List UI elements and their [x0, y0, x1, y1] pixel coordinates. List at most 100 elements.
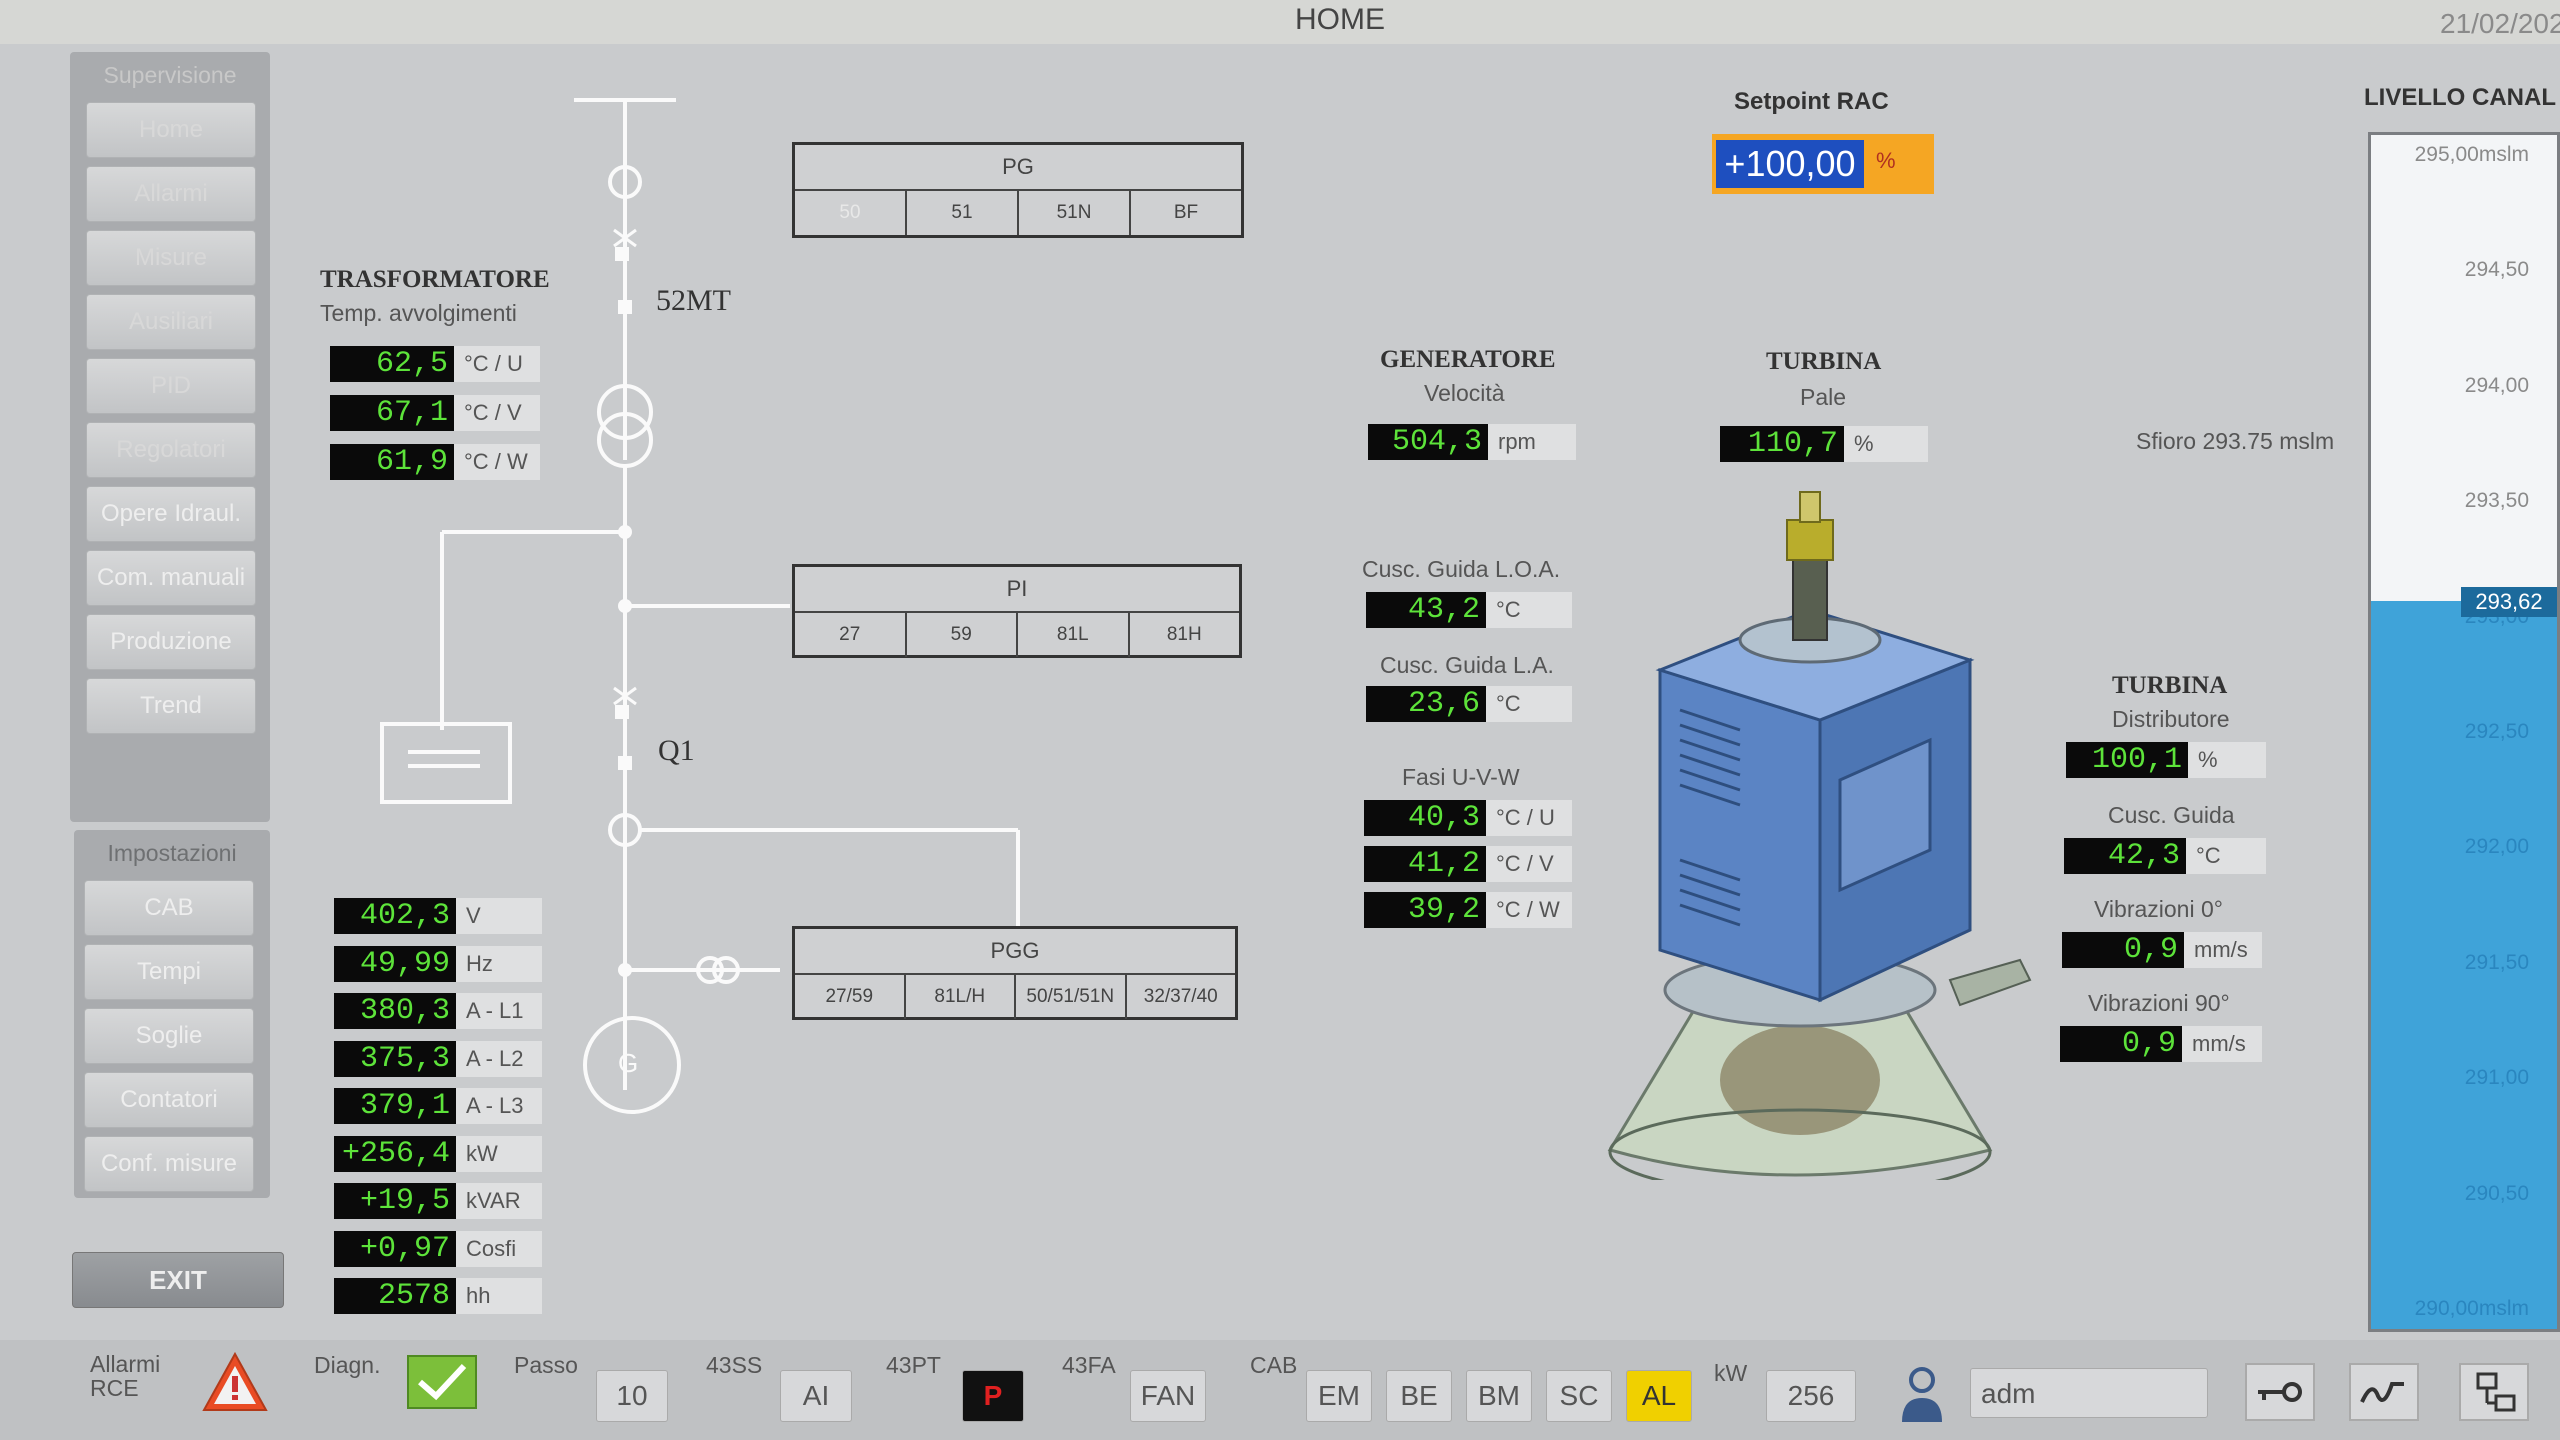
relay-pgg-81lh: 81L/H [906, 975, 1016, 1019]
electrical-value: +19,5 [334, 1183, 456, 1219]
nav-allarmi[interactable]: Allarmi [86, 166, 256, 222]
generator-turbine-illustration [1607, 491, 2032, 1180]
setpoint-box[interactable]: +100,00 % [1712, 134, 1934, 194]
level-tick-label: 293,50 [2464, 489, 2529, 513]
settings-panel: Impostazioni CAB Tempi Soglie Contatori … [74, 830, 270, 1198]
nav-trend[interactable]: Trend [86, 678, 256, 734]
nav-pid[interactable]: PID [86, 358, 256, 414]
nav-regolatori[interactable]: Regolatori [86, 422, 256, 478]
vibration-0-unit: mm/s [2184, 932, 2262, 968]
cab-label: CAB [1250, 1352, 1298, 1378]
signature-icon[interactable] [2348, 1362, 2420, 1422]
kw-label: kW [1714, 1360, 1748, 1386]
user-icon[interactable] [1896, 1364, 1948, 1426]
level-tick-label: 294,00 [2464, 373, 2529, 397]
bearing-loa-unit: °C [1486, 592, 1572, 628]
nav-produzione[interactable]: Produzione [86, 614, 256, 670]
bottom-bar: Allarmi RCE Diagn. Passo 10 43SS AI 43PT… [0, 1340, 2560, 1440]
cab-em-button[interactable]: EM [1306, 1370, 1372, 1422]
setpoint-title: Setpoint RAC [1734, 88, 1889, 115]
spillway-label: Sfioro 293.75 mslm [2136, 428, 2335, 454]
cab-al-button[interactable]: AL [1626, 1370, 1692, 1422]
kw-value: 256 [1766, 1370, 1856, 1422]
nav-tempi[interactable]: Tempi [84, 944, 254, 1000]
relay-pgg-32-37-40: 32/37/40 [1143, 986, 1218, 1007]
bearing-la-value: 23,6 [1366, 686, 1486, 722]
turbine-blades-subtitle: Pale [1800, 384, 1847, 410]
level-current-value: 293,62 [2461, 586, 2557, 617]
exit-button[interactable]: EXIT [72, 1252, 284, 1308]
turbine-dist-subtitle: Distributore [2112, 706, 2230, 732]
turbine-dist-title: TURBINA [2112, 672, 2228, 699]
relay-pi-27: 27 [795, 613, 907, 657]
nav-soglie[interactable]: Soglie [84, 1008, 254, 1064]
nav-home[interactable]: Home [86, 102, 256, 158]
relay-pi-81l: 81L [1018, 613, 1130, 657]
relay-pi: PI 27 59 81L 81H [792, 564, 1242, 658]
diagnostics-ok-icon[interactable] [406, 1354, 478, 1410]
cab-bm-button[interactable]: BM [1466, 1370, 1532, 1422]
generator-speed-value: 504,3 [1368, 424, 1488, 460]
level-tick-label: 292,00 [2464, 835, 2529, 859]
nav-opere-idraul[interactable]: Opere Idraul. [86, 486, 256, 542]
phase-w-unit: °C / W [1486, 892, 1572, 928]
relay-pi-title: PI [795, 567, 1239, 613]
nav-misure[interactable]: Misure [86, 230, 256, 286]
supervision-title: Supervisione [103, 62, 237, 88]
breaker-52mt-label: 52MT [656, 284, 731, 317]
network-icon[interactable] [2458, 1362, 2530, 1422]
phase-u-value: 40,3 [1364, 800, 1486, 836]
supervision-panel: Supervisione Home Allarmi Misure Ausilia… [70, 52, 270, 822]
level-tick-label: 291,00 [2464, 1066, 2529, 1090]
turbine-blades-title: TURBINA [1766, 348, 1882, 375]
electrical-value: +256,4 [334, 1135, 456, 1172]
step-value[interactable]: 10 [596, 1370, 668, 1422]
turbine-bearing-value: 42,3 [2064, 838, 2186, 874]
l43fa-value[interactable]: FAN [1130, 1370, 1206, 1422]
relay-pg: PG 50 51 51N BF [792, 142, 1244, 238]
nav-cab[interactable]: CAB [84, 880, 254, 936]
nav-contatori[interactable]: Contatori [84, 1072, 254, 1128]
relay-pi-59: 59 [907, 613, 1018, 657]
level-gauge: 295,00mslm294,50294,00293,50293,00292,50… [2368, 132, 2560, 1332]
nav-conf-misure[interactable]: Conf. misure [84, 1136, 254, 1192]
cab-sc-button[interactable]: SC [1546, 1370, 1612, 1422]
vibration-90-label: Vibrazioni 90° [2088, 990, 2230, 1016]
turbine-dist-unit: % [2188, 742, 2266, 778]
turbine-dist-value: 100,1 [2066, 742, 2188, 778]
setpoint-value[interactable]: +100,00 [1716, 140, 1864, 188]
l43pt-label: 43PT [886, 1352, 941, 1378]
level-tick-label: 294,50 [2464, 258, 2529, 282]
nav-com-manuali[interactable]: Com. manuali [86, 550, 256, 606]
phase-v-unit: °C / V [1486, 846, 1572, 882]
l43pt-value[interactable]: P [962, 1370, 1024, 1422]
relay-pgg-50-51: 50/51/51N [1016, 975, 1127, 1019]
step-label: Passo [514, 1352, 578, 1378]
l43ss-value[interactable]: AI [780, 1370, 852, 1422]
page-title: HOME [1295, 3, 1385, 36]
bearing-la-label: Cusc. Guida L.A. [1380, 652, 1554, 678]
warning-icon[interactable] [200, 1350, 270, 1414]
electrical-value: +0,97 [334, 1230, 456, 1267]
relay-pgg-title: PGG [795, 929, 1235, 975]
bearing-la-unit: °C [1486, 686, 1572, 722]
alarms-label: Allarmi RCE [90, 1351, 161, 1401]
cab-be-button[interactable]: BE [1386, 1370, 1452, 1422]
electrical-value: 2578 [334, 1278, 456, 1314]
vibration-90-value: 0,9 [2060, 1026, 2182, 1062]
turbine-bearing-label: Cusc. Guida [2108, 802, 2235, 828]
phase-v-value: 41,2 [1364, 846, 1486, 882]
phase-w-value: 39,2 [1364, 892, 1486, 928]
level-tick-label: 295,00mslm [2414, 143, 2529, 166]
relay-pg-51n: 51N [1019, 191, 1131, 235]
level-tick-label: 292,50 [2464, 720, 2529, 743]
relay-pg-51: 51 [907, 191, 1019, 235]
generator-symbol-label: G [618, 1048, 639, 1078]
electrical-unit: hh [456, 1278, 542, 1314]
relay-pi-81h: 81H [1166, 624, 1202, 645]
key-icon[interactable] [2244, 1362, 2316, 1422]
user-field[interactable]: adm [1970, 1368, 2208, 1418]
nav-ausiliari[interactable]: Ausiliari [86, 294, 256, 350]
turbine-blades-unit: % [1844, 426, 1928, 462]
level-tick-label: 291,50 [2464, 950, 2529, 974]
